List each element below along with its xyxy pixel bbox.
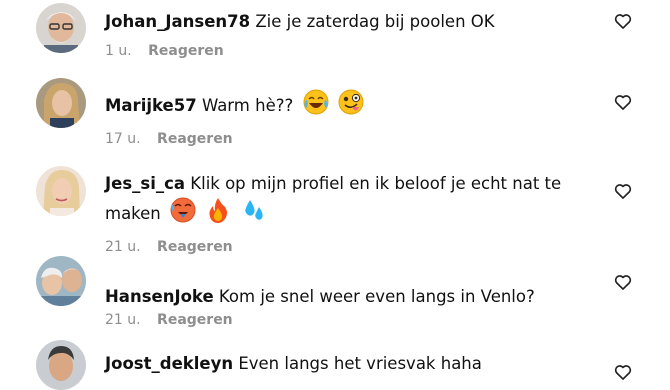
tears-of-joy-emoji: [303, 89, 329, 115]
comment-text: Joost_dekleyn Even langs het vriesvak ha…: [105, 351, 605, 377]
heart-outline-icon[interactable]: [613, 362, 633, 382]
comment-username[interactable]: Jes_si_ca: [105, 174, 185, 193]
comment-username[interactable]: Johan_Jansen78: [105, 12, 250, 31]
hot-face-emoji: [170, 197, 196, 223]
comment-timestamp: 21 u.: [105, 312, 141, 328]
avatar[interactable]: [36, 166, 86, 216]
avatar[interactable]: [36, 78, 86, 128]
avatar[interactable]: [36, 256, 86, 306]
comment-meta: 21 u. Reageren: [105, 239, 605, 255]
comment-text: Jes_si_ca Klik op mijn profiel en ik bel…: [105, 171, 605, 231]
heart-outline-icon[interactable]: [613, 272, 633, 292]
comment-body: Kom je snel weer even langs in Venlo?: [218, 287, 535, 306]
reply-button[interactable]: Reageren: [157, 131, 233, 147]
avatar[interactable]: [36, 340, 86, 390]
comment-timestamp: 17 u.: [105, 131, 141, 147]
comment-timestamp: 1 u.: [105, 43, 132, 59]
comment-body: Even langs het vriesvak haha: [238, 354, 482, 373]
comment-meta: 17 u. Reageren: [105, 131, 605, 147]
reply-button[interactable]: Reageren: [157, 312, 233, 328]
heart-outline-icon[interactable]: [613, 181, 633, 201]
fire-emoji: [205, 197, 231, 223]
sweat-droplets-emoji: [241, 197, 267, 223]
comment-body: Zie je zaterdag bij poolen OK: [255, 12, 495, 31]
comment-body: Warm hè??: [201, 96, 294, 115]
heart-outline-icon[interactable]: [613, 11, 633, 31]
comment-timestamp: 21 u.: [105, 239, 141, 255]
comment-username[interactable]: Joost_dekleyn: [105, 354, 233, 373]
reply-button[interactable]: Reageren: [148, 43, 224, 59]
heart-outline-icon[interactable]: [613, 92, 633, 112]
comment-username[interactable]: HansenJoke: [105, 287, 214, 306]
comment-text: Johan_Jansen78 Zie je zaterdag bij poole…: [105, 9, 605, 35]
reply-button[interactable]: Reageren: [157, 239, 233, 255]
avatar[interactable]: [36, 3, 86, 53]
comment-username[interactable]: Marijke57: [105, 96, 197, 115]
comment-text: Marijke57 Warm hè??: [105, 89, 605, 123]
comment-meta: 21 u. Reageren: [105, 312, 605, 328]
comment-meta: 1 u. Reageren: [105, 43, 605, 59]
comment-text: HansenJoke Kom je snel weer even langs i…: [105, 284, 605, 310]
zany-face-emoji: [338, 89, 364, 115]
